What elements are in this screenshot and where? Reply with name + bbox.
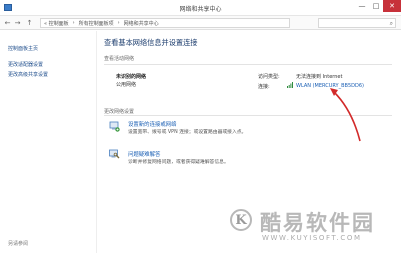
watermark-title: 酷易软件园 — [260, 211, 375, 235]
watermark-url: WWW.KUYISOFT.COM — [262, 234, 362, 242]
watermark-logo: K — [230, 209, 252, 231]
watermark: K 酷易软件园 WWW.KUYISOFT.COM — [222, 195, 401, 253]
